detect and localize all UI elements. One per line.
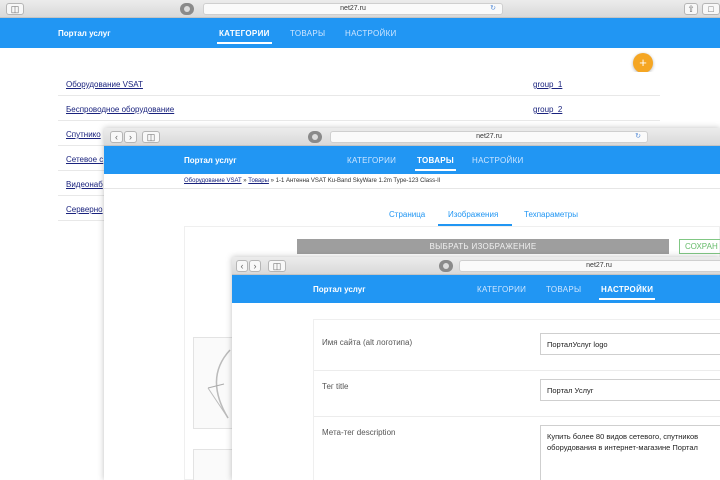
sidebar-toggle-button[interactable]: ◫ (6, 3, 24, 15)
product-tabs: Страница Изображения Техпараметры (184, 206, 720, 226)
image-thumbnail[interactable] (193, 449, 237, 480)
category-link[interactable]: Беспроводное оборудование (66, 105, 174, 114)
breadcrumb-separator: » (270, 178, 274, 184)
address-url: net27.ru (586, 262, 612, 269)
image-thumbnail[interactable] (193, 337, 237, 429)
brand-title[interactable]: Портал услуг (184, 156, 237, 165)
reload-icon[interactable]: ↻ (490, 4, 496, 14)
category-link[interactable]: Сетевое с (66, 155, 103, 164)
breadcrumb-products-link[interactable]: Товары (248, 178, 269, 184)
group-link[interactable]: group_2 (533, 105, 562, 114)
app-navbar: Портал услуг КАТЕГОРИИ ТОВАРЫ НАСТРОЙКИ (232, 275, 720, 303)
forward-button[interactable]: › (124, 131, 137, 143)
category-link[interactable]: Видеонаб (66, 180, 103, 189)
address-bar[interactable]: net27.ru ↻ (203, 3, 503, 15)
breadcrumb-category-link[interactable]: Оборудование VSAT (184, 178, 242, 184)
privacy-shield-icon[interactable] (308, 131, 322, 143)
nav-categories[interactable]: КАТЕГОРИИ (217, 29, 272, 44)
nav-products[interactable]: ТОВАРЫ (290, 29, 325, 38)
tab-page[interactable]: Страница (389, 210, 425, 219)
nav-products[interactable]: ТОВАРЫ (546, 285, 581, 294)
reload-icon[interactable]: ↻ (635, 132, 641, 142)
browser-toolbar: ‹ › ◫ net27.ru ↻ (104, 128, 720, 146)
nav-settings[interactable]: НАСТРОЙКИ (598, 285, 656, 300)
category-link[interactable]: Спутнико (66, 130, 101, 139)
nav-categories[interactable]: КАТЕГОРИИ (347, 156, 396, 165)
address-bar[interactable]: net27.ru ↻ (330, 131, 648, 143)
table-row[interactable]: Оборудование VSAT group_1 (58, 72, 660, 96)
breadcrumb-divider (104, 188, 720, 189)
share-button[interactable]: ⇧ (684, 3, 698, 15)
address-url: net27.ru (340, 5, 366, 12)
back-button[interactable]: ‹ (110, 131, 123, 143)
address-bar[interactable]: net27.ru (459, 260, 720, 272)
category-link[interactable]: Серверно (66, 205, 103, 214)
app-navbar: Портал услуг КАТЕГОРИИ ТОВАРЫ НАСТРОЙКИ (0, 18, 720, 48)
brand-title[interactable]: Портал услуг (58, 29, 111, 38)
browser-toolbar: ◫ net27.ru ↻ ⇧ □ (0, 0, 720, 18)
field-divider (314, 416, 720, 417)
meta-description-textarea[interactable]: Купить более 80 видов сетевого, спутнико… (540, 425, 720, 480)
address-url: net27.ru (476, 133, 502, 140)
breadcrumb-current: 1-1 Антенна VSAT Ku-Band SkyWare 1.2m Ty… (275, 178, 441, 184)
tab-specs[interactable]: Техпараметры (524, 210, 578, 219)
field-divider (314, 370, 720, 371)
nav-settings[interactable]: НАСТРОЙКИ (472, 156, 524, 165)
add-category-button[interactable]: + (633, 53, 653, 73)
tabs-button[interactable]: □ (702, 3, 720, 15)
nav-settings[interactable]: НАСТРОЙКИ (345, 29, 397, 38)
save-button[interactable]: СОХРАН (679, 239, 720, 254)
forward-button[interactable]: › (249, 260, 261, 272)
group-link[interactable]: group_1 (533, 80, 562, 89)
choose-image-button[interactable]: ВЫБРАТЬ ИЗОБРАЖЕНИЕ (297, 239, 669, 254)
table-row[interactable]: Беспроводное оборудование group_2 (58, 97, 660, 121)
brand-title[interactable]: Портал услуг (313, 285, 366, 294)
breadcrumb: Оборудование VSAT » Товары » 1-1 Антенна… (184, 178, 440, 184)
choose-image-label: ВЫБРАТЬ ИЗОБРАЖЕНИЕ (429, 242, 537, 251)
nav-categories[interactable]: КАТЕГОРИИ (477, 285, 526, 294)
back-button[interactable]: ‹ (236, 260, 248, 272)
privacy-shield-icon[interactable] (180, 3, 194, 15)
tab-images[interactable]: Изображения (448, 210, 498, 219)
category-link[interactable]: Оборудование VSAT (66, 80, 143, 89)
settings-window: ‹ › ◫ net27.ru Портал услуг КАТЕГОРИИ ТО… (232, 257, 720, 480)
site-name-label: Имя сайта (alt логотипа) (322, 338, 413, 347)
meta-description-label: Мета-тег description (322, 428, 396, 437)
save-label: СОХРАН (685, 242, 718, 251)
sidebar-toggle-button[interactable]: ◫ (268, 260, 286, 272)
browser-toolbar: ‹ › ◫ net27.ru (232, 257, 720, 275)
nav-products[interactable]: ТОВАРЫ (414, 156, 457, 171)
app-navbar: Портал услуг КАТЕГОРИИ ТОВАРЫ НАСТРОЙКИ (104, 146, 720, 174)
title-tag-label: Тег title (322, 382, 349, 391)
plus-icon: + (639, 55, 647, 70)
sidebar-toggle-button[interactable]: ◫ (142, 131, 160, 143)
privacy-shield-icon[interactable] (439, 260, 453, 272)
settings-form: Имя сайта (alt логотипа) ПорталУслуг log… (313, 319, 720, 480)
title-tag-input[interactable]: Портал Услуг (540, 379, 720, 401)
site-name-input[interactable]: ПорталУслуг logo (540, 333, 720, 355)
breadcrumb-separator: » (243, 178, 247, 184)
